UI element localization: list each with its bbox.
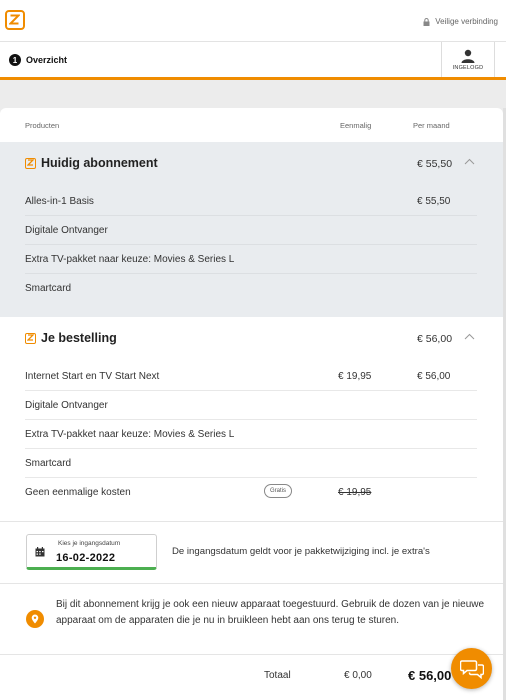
ziggo-logo-icon[interactable] (5, 10, 25, 30)
step-label: Overzicht (26, 55, 68, 65)
device-info-text: Bij dit abonnement krijg je ook een nieu… (56, 599, 485, 626)
start-date-label: Kies je ingangsdatum (58, 540, 121, 547)
row-month: € 56,00 (417, 371, 451, 382)
user-icon (461, 49, 475, 63)
chat-bubbles-icon (459, 659, 484, 679)
device-info-notice: Bij dit abonnement krijg je ook een nieu… (0, 583, 503, 655)
column-headers: Producten Eenmalig Per maand (0, 108, 503, 142)
row-name: Extra TV-pakket naar keuze: Movies & Ser… (25, 254, 235, 265)
total-row: Totaal € 0,00 € 56,00 (0, 656, 503, 700)
order-section: Je bestelling € 56,00 Internet Start en … (0, 317, 503, 521)
lock-icon (423, 17, 430, 26)
chevron-up-icon[interactable] (464, 333, 475, 340)
order-price: € 56,00 (417, 333, 453, 345)
table-row: Digitale Ontvanger (25, 216, 477, 245)
table-row: Extra TV-pakket naar keuze: Movies & Ser… (25, 245, 477, 274)
row-name: Digitale Ontvanger (25, 400, 108, 411)
row-once: € 19,95 (338, 371, 372, 382)
step-number: 1 (9, 54, 21, 66)
table-row: Digitale Ontvanger (25, 391, 477, 420)
struck-price: € 19,95 (338, 487, 372, 498)
current-subscription-header[interactable]: Huidig abonnement (25, 156, 158, 170)
secure-connection: Veilige verbinding (423, 17, 498, 26)
table-row: Extra TV-pakket naar keuze: Movies & Ser… (25, 420, 477, 449)
table-row: Smartcard (25, 449, 477, 478)
row-name: Extra TV-pakket naar keuze: Movies & Ser… (25, 429, 235, 440)
order-header[interactable]: Je bestelling (25, 331, 117, 345)
row-name: Smartcard (25, 458, 72, 469)
current-subscription-section: Huidig abonnement € 55,50 Alles-in-1 Bas… (0, 142, 503, 317)
start-date-note: De ingangsdatum geldt voor je pakketwijz… (172, 546, 430, 557)
table-row-no-costs: Geen eenmalige kosten Gratis € 19,95 (25, 478, 477, 507)
top-bar: Veilige verbinding (0, 0, 506, 42)
table-row: Smartcard (25, 274, 477, 303)
column-once: Eenmalig (340, 121, 372, 130)
row-name: Internet Start en TV Start Next (25, 371, 160, 382)
chat-button[interactable] (451, 648, 492, 689)
gratis-badge: Gratis (264, 484, 293, 498)
chevron-up-icon[interactable] (464, 158, 475, 165)
row-name: Geen eenmalige kosten (25, 487, 131, 498)
current-subscription-price: € 55,50 (417, 158, 453, 170)
table-row: Internet Start en TV Start Next € 19,95 … (25, 362, 477, 391)
total-label: Totaal (264, 670, 291, 681)
order-title: Je bestelling (41, 331, 117, 345)
calendar-icon (35, 547, 45, 557)
total-once: € 0,00 (344, 670, 372, 681)
secure-label: Veilige verbinding (435, 17, 498, 26)
total-month: € 56,00 (408, 668, 452, 683)
column-monthly: Per maand (413, 121, 450, 130)
login-label: INGELOGD (452, 64, 484, 71)
row-name: Alles-in-1 Basis (25, 196, 94, 207)
current-subscription-title: Huidig abonnement (41, 156, 158, 170)
row-month: € 55,50 (417, 196, 451, 207)
row-name: Smartcard (25, 283, 72, 294)
order-overview-card: Producten Eenmalig Per maand Huidig abon… (0, 108, 503, 700)
ziggo-mini-icon (25, 332, 36, 344)
table-row: Alles-in-1 Basis € 55,50 (25, 187, 477, 216)
start-date-picker[interactable]: Kies je ingangsdatum 16-02-2022 (26, 534, 157, 570)
ziggo-mini-icon (25, 157, 36, 169)
divider (0, 521, 503, 522)
start-date-value: 16-02-2022 (56, 552, 116, 564)
location-pin-icon (26, 610, 44, 628)
login-button[interactable]: INGELOGD (441, 42, 495, 77)
column-products: Producten (25, 121, 60, 130)
step-overview[interactable]: 1 Overzicht (9, 54, 67, 66)
step-bar: 1 Overzicht INGELOGD (0, 42, 506, 80)
row-name: Digitale Ontvanger (25, 225, 108, 236)
